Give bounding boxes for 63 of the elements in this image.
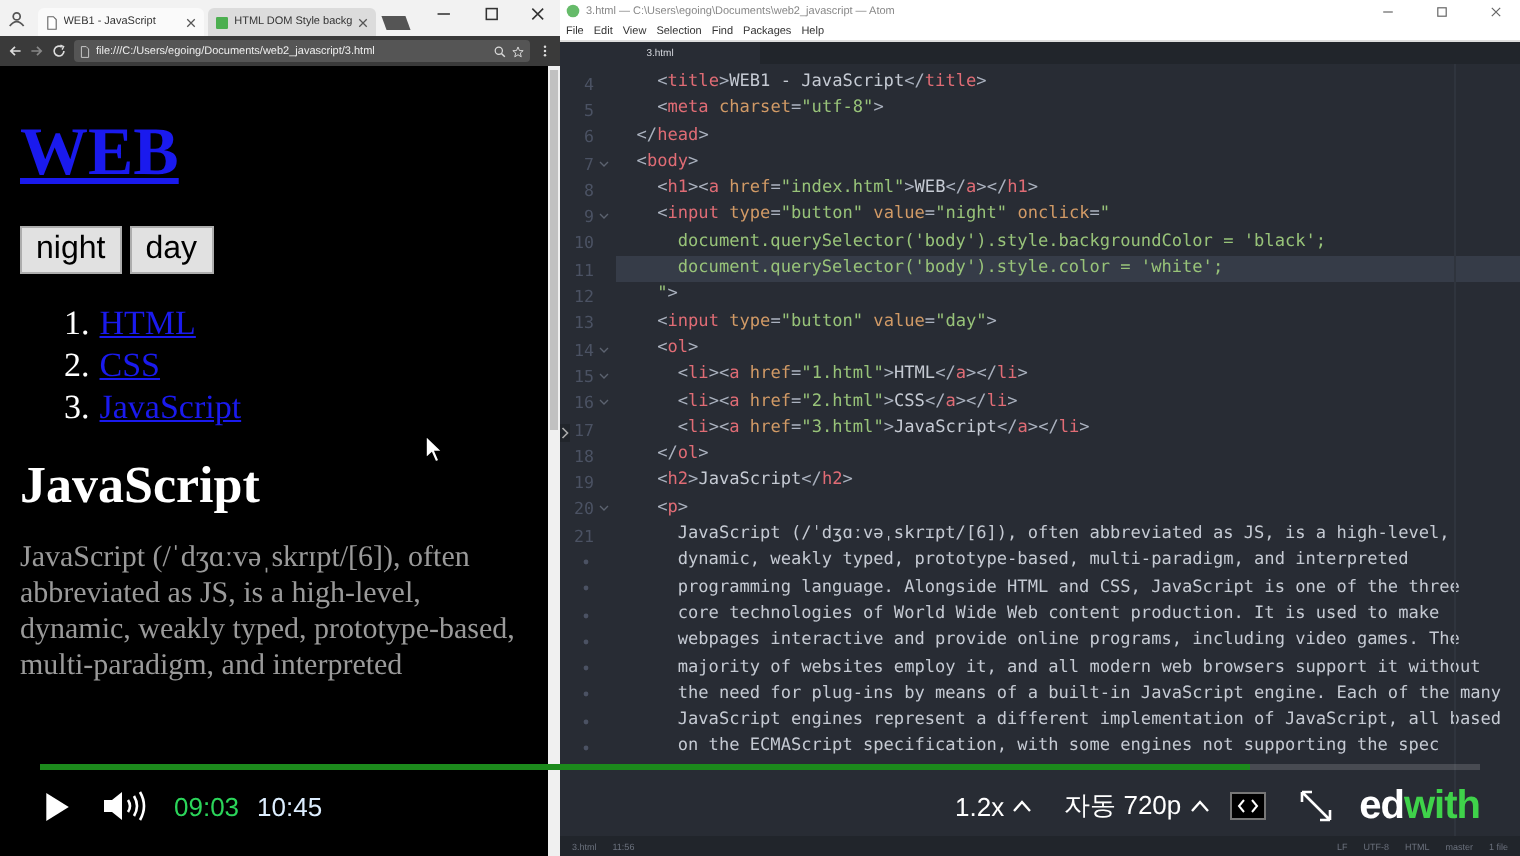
close-icon[interactable] <box>186 17 197 27</box>
code-line: JavaScript engines represent a different implementation of JavaScript, all based <box>675 708 1504 735</box>
code-line: document.querySelector('body').style.backgroundColor = 'black'; <box>675 229 1329 256</box>
maximize-icon[interactable] <box>483 5 499 21</box>
zoom-icon[interactable] <box>494 45 506 57</box>
code-line: <title>WEB1 - JavaScript</title> <box>655 70 989 96</box>
volume-icon[interactable] <box>102 790 146 822</box>
speed-selector[interactable]: 1.2x <box>955 791 1005 821</box>
page-button[interactable]: day <box>129 226 213 274</box>
list-number: 3. <box>64 386 90 428</box>
close-icon[interactable] <box>530 5 546 21</box>
code-icon[interactable] <box>1229 792 1266 820</box>
menu-icon[interactable] <box>538 44 552 58</box>
section-heading: JavaScript <box>20 456 262 516</box>
progress-track[interactable] <box>40 764 1480 770</box>
paragraph: JavaScript (/ˈdʒɑːvəˌskrɪpt/[6]), often abbreviated as JS, is a high-level, dynamic, weakly typed, prototype-based, multi-paradigm, and interpreted <box>20 540 517 684</box>
edwith-logo: edwith <box>1359 783 1480 829</box>
code-line: <input type="button" value="day"> <box>655 309 999 336</box>
code-line: the need for plug-ins by means of a built-in JavaScript engine. Each of the many <box>675 681 1504 708</box>
quality-selector[interactable]: 자동 720p <box>1064 788 1182 824</box>
code-line: <ol> <box>655 335 701 362</box>
atom-logo-icon <box>566 4 580 18</box>
profile-icon[interactable] <box>8 9 26 27</box>
reload-icon[interactable] <box>52 44 66 58</box>
page-button[interactable]: night <box>20 226 122 274</box>
mouse-cursor-icon <box>424 434 444 464</box>
code-line: majority of websites employ it, and all modern web browsers support it without <box>675 655 1483 682</box>
code-line: </head> <box>634 123 711 150</box>
code-line: programming language. Alongside HTML and CSS, JavaScript is one of the three <box>675 575 1462 602</box>
scrollbar[interactable] <box>548 66 560 856</box>
code-line: <p> <box>655 495 691 522</box>
code-line: <li><a href="1.html">HTML</a></li> <box>675 362 1030 389</box>
duration-time: 10:45 <box>257 791 323 821</box>
forward-icon[interactable] <box>30 44 44 58</box>
caret-up-icon[interactable] <box>1012 800 1033 812</box>
code-line: <li><a href="2.html">CSS</a></li> <box>675 389 1020 416</box>
back-icon[interactable] <box>8 44 22 58</box>
code-line: "> <box>655 282 680 309</box>
new-tab-button[interactable] <box>381 16 411 30</box>
list-number: 2. <box>64 344 90 386</box>
code-line: core technologies of World Wide Web content production. It is used to make <box>675 601 1442 628</box>
code-line: JavaScript (/ˈdʒɑːvəˌskrɪpt/[6]), often abbreviated as JS, is a high-level, <box>675 522 1452 549</box>
close-icon[interactable] <box>358 17 369 27</box>
file-icon <box>80 45 90 57</box>
page-icon <box>45 15 58 29</box>
code-line: <meta charset="utf-8"> <box>655 96 886 123</box>
play-icon[interactable] <box>44 791 70 821</box>
code-line: <body> <box>634 149 701 176</box>
code-line: dynamic, weakly typed, prototype-based, multi-paradigm, and interpreted <box>675 548 1411 575</box>
fullscreen-icon[interactable] <box>1299 790 1332 822</box>
code-line: <input type="button" value="night" onclick=" <box>655 202 1113 229</box>
elapsed-time: 09:03 <box>174 791 240 821</box>
star-icon[interactable] <box>512 45 524 57</box>
panel-toggle-icon[interactable] <box>560 424 570 442</box>
code-line: <li><a href="3.html">JavaScript</a></li> <box>675 415 1092 442</box>
code-line: on the ECMAScript specification, with some engines not supporting the spec <box>675 734 1442 761</box>
code-line: </ol> <box>655 442 711 469</box>
code-line: <h1><a href="index.html">WEB</a></h1> <box>655 176 1041 203</box>
list-number: 1. <box>64 302 90 344</box>
site-icon <box>216 15 229 29</box>
caret-up-icon[interactable] <box>1189 800 1210 812</box>
close-icon[interactable] <box>1490 5 1502 17</box>
code-line: <h2>JavaScript</h2> <box>655 468 855 495</box>
